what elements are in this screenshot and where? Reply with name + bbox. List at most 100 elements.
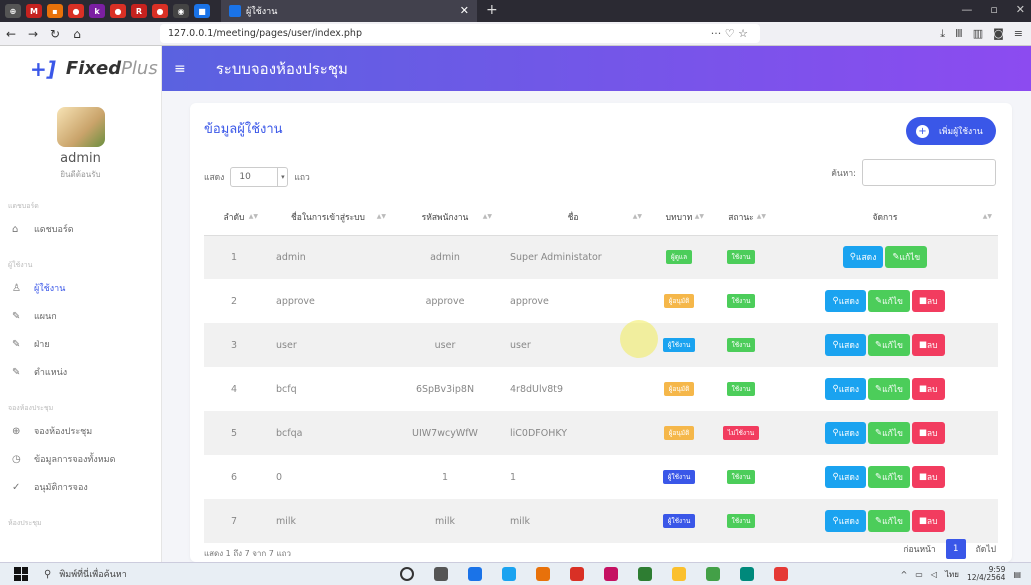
sidebar-icon[interactable]: ▥: [973, 27, 983, 41]
edit-button[interactable]: ✎ แก้ไข: [868, 466, 910, 488]
tab-favicon[interactable]: R: [131, 4, 147, 18]
delete-button[interactable]: ■ ลบ: [911, 378, 945, 400]
firefox-icon[interactable]: [536, 567, 550, 581]
menu-icon[interactable]: ≡: [1014, 27, 1023, 41]
sidebar-item[interactable]: ✎ แผนก: [0, 305, 161, 327]
delete-button[interactable]: ■ ลบ: [911, 510, 945, 532]
sidebar-item[interactable]: ⌂ แดชบอร์ด: [0, 218, 161, 240]
pager-next[interactable]: ถัดไป: [976, 542, 996, 556]
tab-favicon[interactable]: k: [89, 4, 105, 18]
delete-button[interactable]: ■ ลบ: [911, 334, 945, 356]
app-icon[interactable]: [604, 567, 618, 581]
edge-icon[interactable]: [468, 567, 482, 581]
show-button[interactable]: ⚲ แสดง: [825, 378, 867, 400]
brand-logo[interactable]: +] FixedPlus: [0, 46, 161, 91]
edit-button[interactable]: ✎ แก้ไข: [868, 422, 910, 444]
edit-button[interactable]: ✎ แก้ไข: [868, 334, 910, 356]
reload-icon[interactable]: ↻: [44, 27, 66, 41]
gmail-tab-icon[interactable]: M: [26, 4, 42, 18]
tab-favicon[interactable]: ■: [194, 4, 210, 18]
sidebar-item[interactable]: ✎ ฝ่าย: [0, 333, 161, 355]
show-button[interactable]: ⚲ แสดง: [825, 334, 867, 356]
cell-no: 5: [204, 411, 264, 455]
cell-actions: ⚲ แสดง ✎ แก้ไข ■ ลบ: [772, 411, 998, 455]
forward-icon[interactable]: →: [22, 27, 44, 41]
sort-icon: ▲▼: [248, 213, 258, 220]
download-icon[interactable]: ⤓: [940, 27, 945, 41]
maximize-icon[interactable]: ▫: [990, 3, 997, 16]
volume-icon[interactable]: ◁: [931, 570, 937, 579]
edit-button-label: แก้ไข: [899, 253, 921, 264]
page-length-select[interactable]: 10 ▾: [230, 167, 289, 187]
pager-current[interactable]: 1: [945, 539, 966, 559]
trash-icon: ■: [918, 384, 927, 394]
library-icon[interactable]: Ⅲ: [955, 27, 963, 41]
show-button[interactable]: ⚲ แสดง: [825, 466, 867, 488]
col-header-role[interactable]: บทบาท ▲▼: [648, 199, 710, 236]
edit-button[interactable]: ✎ แก้ไข: [868, 510, 910, 532]
app-icon[interactable]: [774, 567, 788, 581]
table-row: 5 bcfqa UIW7wcyWfW liC0DFOHKY ผู้อนุมัติ ไม่ใ…: [204, 411, 998, 455]
tab-favicon[interactable]: ●: [110, 4, 126, 18]
app-icon[interactable]: [502, 567, 516, 581]
delete-button[interactable]: ■ ลบ: [911, 466, 945, 488]
page-actions-icon[interactable]: ··· ♡ ☆: [711, 27, 748, 40]
close-window-icon[interactable]: ✕: [1016, 3, 1025, 16]
close-tab-icon[interactable]: ✕: [460, 4, 469, 17]
task-view-icon[interactable]: [434, 567, 448, 581]
col-header-status[interactable]: สถานะ ▲▼: [710, 199, 772, 236]
sidebar-item[interactable]: ♙ ผู้ใช้งาน: [0, 277, 161, 299]
app-icon[interactable]: [570, 567, 584, 581]
tab-favicon[interactable]: ●: [152, 4, 168, 18]
hamburger-menu-icon[interactable]: ≡: [174, 61, 186, 77]
clock[interactable]: 9:59 12/4/2564: [967, 565, 1005, 583]
add-user-button[interactable]: + เพิ่มผู้ใช้งาน: [906, 117, 996, 145]
extension-icon[interactable]: ◙: [993, 27, 1004, 41]
cortana-icon[interactable]: [400, 567, 414, 581]
col-header-emp-id[interactable]: รหัสพนักงาน ▲▼: [392, 199, 498, 236]
sidebar-item[interactable]: ⊕ จองห้องประชุม: [0, 420, 161, 442]
sidebar-item[interactable]: ◷ ข้อมูลการจองทั้งหมด: [0, 448, 161, 470]
edit-button[interactable]: ✎ แก้ไข: [868, 378, 910, 400]
col-header-no[interactable]: ลำดับ ▲▼: [204, 199, 264, 236]
show-button[interactable]: ⚲ แสดง: [825, 422, 867, 444]
col-header-login[interactable]: ชื่อในการเข้าสู่ระบบ ▲▼: [264, 199, 392, 236]
network-icon[interactable]: ▭: [915, 570, 923, 579]
tab-favicon[interactable]: ▪: [47, 4, 63, 18]
sidebar-item[interactable]: ✎ ตำแหน่ง: [0, 361, 161, 383]
edit-button[interactable]: ✎ แก้ไข: [885, 246, 928, 269]
show-button[interactable]: ⚲ แสดง: [825, 290, 867, 312]
new-tab-button[interactable]: +: [486, 2, 498, 18]
edit-button[interactable]: ✎ แก้ไข: [868, 290, 910, 312]
edit-icon: ✎: [875, 516, 883, 526]
minimize-icon[interactable]: —: [961, 3, 972, 16]
back-icon[interactable]: ←: [0, 27, 22, 41]
delete-button[interactable]: ■ ลบ: [911, 290, 945, 312]
home-icon[interactable]: ⌂: [66, 27, 88, 41]
tray-chevron-icon[interactable]: ^: [901, 570, 908, 579]
tab-favicon[interactable]: ⊕: [5, 4, 21, 18]
col-header-actions[interactable]: จัดการ ▲▼: [772, 199, 998, 236]
taskbar-search[interactable]: ⚲ พิมพ์ที่นี่เพื่อค้นหา: [44, 567, 127, 581]
col-header-label: ลำดับ: [223, 212, 245, 223]
cell-status: ใช้งาน: [710, 279, 772, 323]
language-indicator[interactable]: ไทย: [945, 568, 959, 581]
show-button[interactable]: ⚲ แสดง: [842, 246, 884, 269]
url-bar[interactable]: 127.0.0.1/meeting/pages/user/index.php ·…: [160, 24, 760, 43]
app-icon[interactable]: [672, 567, 686, 581]
app-icon[interactable]: [740, 567, 754, 581]
app-icon[interactable]: [638, 567, 652, 581]
windows-start-icon[interactable]: [14, 567, 28, 581]
cell-role: ผู้ใช้งาน: [648, 323, 710, 367]
search-input[interactable]: [862, 159, 996, 186]
tab-favicon[interactable]: ◉: [173, 4, 189, 18]
app-icon[interactable]: [706, 567, 720, 581]
active-tab[interactable]: ผู้ใช้งาน ✕: [221, 0, 477, 22]
pager-prev[interactable]: ก่อนหน้า: [903, 542, 935, 556]
notification-icon[interactable]: ▤: [1013, 570, 1021, 579]
show-button[interactable]: ⚲ แสดง: [825, 510, 867, 532]
sidebar-item[interactable]: ✓ อนุมัติการจอง: [0, 476, 161, 498]
delete-button[interactable]: ■ ลบ: [911, 422, 945, 444]
tab-favicon[interactable]: ●: [68, 4, 84, 18]
col-header-name[interactable]: ชื่อ ▲▼: [498, 199, 648, 236]
